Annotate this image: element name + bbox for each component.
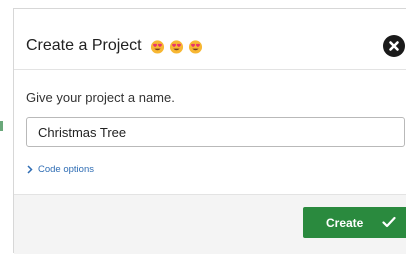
code-options-label: Code options bbox=[38, 164, 94, 175]
close-icon bbox=[389, 41, 399, 51]
close-button[interactable] bbox=[383, 35, 405, 57]
create-button-label: Create bbox=[326, 216, 364, 230]
heart-eyes-emoji-icon bbox=[169, 39, 183, 54]
create-project-dialog: Create a Project Give your project a nam… bbox=[13, 8, 406, 254]
dialog-title-group: Create a Project bbox=[26, 37, 203, 55]
dialog-header: Create a Project bbox=[14, 9, 406, 70]
check-icon bbox=[382, 216, 396, 228]
dialog-title: Create a Project bbox=[26, 37, 142, 54]
heart-eyes-emoji-icon bbox=[150, 39, 164, 54]
heart-eyes-emoji-icon bbox=[188, 39, 202, 54]
project-name-prompt: Give your project a name. bbox=[26, 90, 175, 105]
chevron-right-icon bbox=[27, 165, 33, 174]
project-name-input[interactable] bbox=[26, 117, 405, 147]
dialog-footer: Create bbox=[14, 194, 406, 254]
create-button[interactable]: Create bbox=[303, 207, 406, 238]
background-edge-marker bbox=[0, 121, 3, 131]
code-options-toggle[interactable]: Code options bbox=[27, 164, 94, 175]
